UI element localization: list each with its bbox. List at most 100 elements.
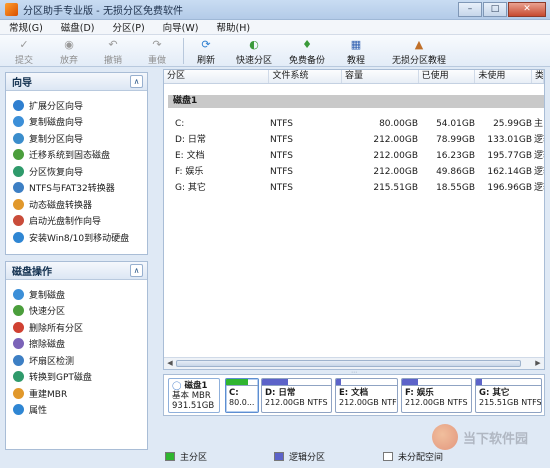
wizard-item[interactable]: 迁移系统到固态磁盘	[6, 147, 147, 164]
disk-type: 基本 MBR	[172, 391, 211, 401]
menu-disk[interactable]: 磁盘(D)	[52, 20, 104, 34]
partition-block-label: E: 文档	[339, 388, 369, 398]
wizard-item-icon	[13, 99, 24, 111]
cell-free: 196.96GB	[487, 183, 532, 193]
cell-partition: E: 文档	[175, 151, 205, 161]
wizard-item[interactable]: 复制分区向导	[6, 130, 147, 147]
close-button[interactable]: ✕	[508, 2, 546, 17]
scrollbar-thumb[interactable]	[176, 360, 521, 367]
wizard-item-label: NTFS与FAT32转换器	[29, 184, 115, 195]
wizard-item-icon	[13, 132, 24, 144]
wizard-item-label: 复制分区向导	[29, 134, 84, 145]
toolbar: ✓ 提交 ◉ 放弃 ↶ 撤销 ↷ 重做 ⟳ 刷新 ◐ 快速分区 ♦ 免费备份 ▦…	[0, 35, 550, 67]
cell-capacity: 212.00GB	[373, 135, 418, 145]
legend-primary: 主分区	[165, 450, 272, 463]
refresh-button[interactable]: ⟳ 刷新	[194, 35, 218, 66]
disk-op-item-icon	[13, 288, 24, 300]
cell-used: 16.23GB	[436, 151, 475, 161]
disk-op-item-icon	[13, 371, 24, 383]
wizard-panel-title: 向导	[12, 78, 32, 89]
toolbar-separator	[183, 38, 184, 64]
partition-block[interactable]: G: 其它 215.51GB NTFS	[475, 378, 542, 413]
disk-op-item[interactable]: 属性	[6, 402, 147, 419]
commit-button[interactable]: ✓ 提交	[8, 35, 40, 66]
table-row[interactable]: F: 娱乐 NTFS 212.00GB 49.86GB 162.14GB逻辑	[164, 165, 544, 179]
menu-general[interactable]: 常规(G)	[0, 20, 52, 34]
col-filesystem[interactable]: 文件系统	[269, 70, 343, 83]
wizard-item-label: 启动光盘制作向导	[29, 217, 102, 228]
menu-wizard[interactable]: 向导(W)	[154, 20, 208, 34]
partition-table: 分区 文件系统 容量 已使用 未使用 类型 磁盘1 C: NTFS 80.00GB 5…	[163, 69, 545, 370]
collapse-wizard-button[interactable]: ∧	[130, 75, 143, 88]
disk-icon: ◯	[172, 381, 182, 391]
partition-block[interactable]: F: 娱乐 212.00GB NTFS	[401, 378, 472, 413]
partition-block-label: D: 日常	[265, 388, 296, 398]
backup-label: 免费备份	[288, 56, 325, 66]
commit-label: 提交	[14, 56, 33, 66]
table-row[interactable]: D: 日常 NTFS 212.00GB 78.99GB 133.01GB逻辑	[164, 133, 544, 147]
col-partition[interactable]: 分区	[164, 70, 270, 83]
collapse-disk-ops-button[interactable]: ∧	[130, 264, 143, 277]
partition-block[interactable]: E: 文档 212.00GB NTFS	[335, 378, 398, 413]
wizard-item-label: 动态磁盘转换器	[29, 200, 93, 211]
undo-icon: ↶	[108, 38, 118, 51]
menu-partition[interactable]: 分区(P)	[104, 20, 154, 34]
scroll-left-icon[interactable]: ◀	[165, 359, 175, 368]
menu-help[interactable]: 帮助(H)	[207, 20, 259, 34]
disk-info-card[interactable]: ◯ 磁盘1 基本 MBR 931.51GB	[168, 378, 220, 413]
disk-op-item[interactable]: 快速分区	[6, 303, 147, 320]
partition-block-size: 212.00GB NTFS	[339, 398, 398, 407]
disk-op-item[interactable]: 删除所有分区	[6, 319, 147, 336]
disk-op-item[interactable]: 擦除磁盘	[6, 336, 147, 353]
disk-op-item[interactable]: 重建MBR	[6, 385, 147, 402]
commit-icon: ✓	[19, 38, 29, 51]
disk-ops-list: 复制磁盘 快速分区删除所有分区擦除磁盘 坏扇区检测 转换到GPT磁盘 重建MBR 属性	[6, 280, 147, 418]
wizard-item[interactable]: NTFS与FAT32转换器	[6, 180, 147, 197]
lossless-tutorial-button[interactable]: ▲ 无损分区教程	[388, 35, 450, 66]
col-capacity[interactable]: 容量	[342, 70, 419, 83]
table-row[interactable]: C: NTFS 80.00GB 54.01GB 25.99GB 主	[164, 117, 544, 131]
window-controls: – □ ✕	[458, 2, 546, 17]
quick-partition-button[interactable]: ◐ 快速分区	[234, 35, 274, 66]
wizard-item[interactable]: 动态磁盘转换器	[6, 196, 147, 213]
wizard-item[interactable]: 分区恢复向导	[6, 163, 147, 180]
partition-block[interactable]: C: 80.0...	[225, 378, 259, 413]
scroll-right-icon[interactable]: ▶	[533, 359, 543, 368]
wizard-item[interactable]: 扩展分区向导	[6, 97, 147, 114]
partition-block-size: 80.0...	[229, 398, 255, 407]
partition-block-label: F: 娱乐	[405, 388, 434, 398]
discard-button[interactable]: ◉ 放弃	[53, 35, 85, 66]
refresh-icon: ⟳	[201, 38, 211, 51]
cell-capacity: 215.51GB	[373, 183, 418, 193]
col-type[interactable]: 类型	[532, 70, 544, 83]
table-row[interactable]: E: 文档 NTFS 212.00GB 16.23GB 195.77GB逻辑	[164, 149, 544, 163]
cell-free: 162.14GB	[487, 167, 532, 177]
wizard-item-label: 安装Win8/10到移动硬盘	[29, 233, 130, 244]
free-backup-button[interactable]: ♦ 免费备份	[287, 35, 327, 66]
disk-op-item-label: 删除所有分区	[29, 323, 84, 334]
cell-type: 逻辑	[534, 151, 544, 161]
table-row[interactable]: G: 其它 NTFS 215.51GB 18.55GB 196.96GB逻辑	[164, 181, 544, 195]
wizard-item-label: 迁移系统到固态磁盘	[29, 151, 111, 162]
partition-block[interactable]: D: 日常 212.00GB NTFS	[261, 378, 332, 413]
partition-block-size: 212.00GB NTFS	[405, 398, 468, 407]
tutorial-button[interactable]: ▦ 教程	[344, 35, 368, 66]
col-used[interactable]: 已使用	[419, 70, 476, 83]
maximize-button[interactable]: □	[483, 2, 507, 17]
disk-op-item[interactable]: 转换到GPT磁盘	[6, 369, 147, 386]
cell-free: 25.99GB	[493, 119, 532, 129]
redo-button[interactable]: ↷ 重做	[141, 35, 173, 66]
wizard-item[interactable]: 复制磁盘向导	[6, 114, 147, 131]
window-title: 分区助手专业版 - 无损分区免费软件	[23, 6, 183, 17]
horizontal-scrollbar[interactable]: ◀ ▶	[164, 357, 544, 369]
disk-op-item[interactable]: 复制磁盘	[6, 286, 147, 303]
minimize-button[interactable]: –	[458, 2, 482, 17]
wizard-item[interactable]: 安装Win8/10到移动硬盘	[6, 229, 147, 246]
disk-op-item[interactable]: 坏扇区检测	[6, 352, 147, 369]
disk-group-row[interactable]: 磁盘1	[168, 95, 544, 108]
col-free[interactable]: 未使用	[475, 70, 533, 83]
cell-capacity: 80.00GB	[379, 119, 418, 129]
disk-ops-panel-title: 磁盘操作	[12, 267, 52, 278]
undo-button[interactable]: ↶ 撤销	[97, 35, 129, 66]
wizard-item[interactable]: 启动光盘制作向导	[6, 213, 147, 230]
